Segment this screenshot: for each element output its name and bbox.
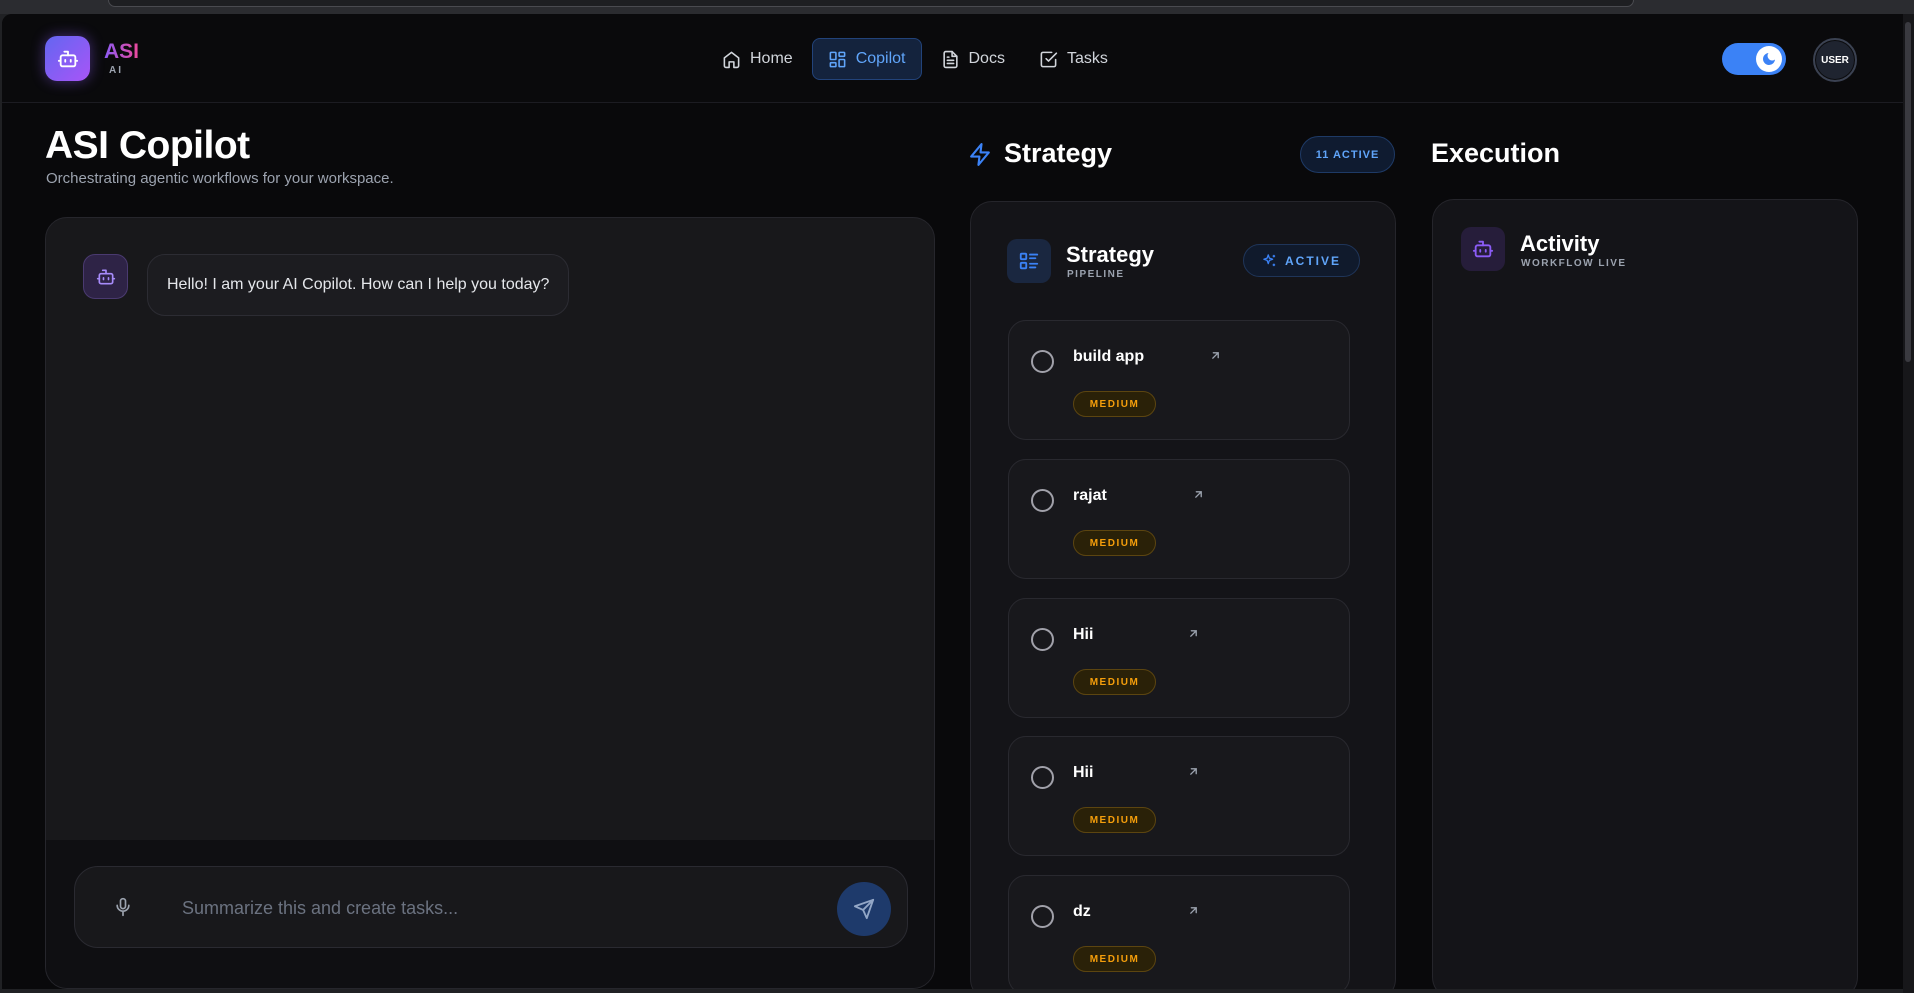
browser-window: ASI AI Home Copilot Docs Tasks USER ASI … [0, 0, 1914, 993]
address-bar[interactable] [108, 0, 1634, 7]
chat-input[interactable] [182, 893, 782, 923]
task-name: build app [1073, 348, 1145, 365]
user-avatar[interactable]: USER [1813, 38, 1857, 82]
send-button[interactable] [837, 882, 891, 936]
app-root: ASI AI Home Copilot Docs Tasks USER ASI … [2, 14, 1903, 989]
chat-input-bar [74, 866, 908, 948]
chat-footer [46, 840, 934, 988]
strategy-heading: Strategy [1004, 138, 1113, 168]
sparkles-icon [1263, 254, 1276, 267]
priority-badge: MEDIUM [1073, 946, 1156, 972]
list-icon [1007, 239, 1051, 283]
priority-badge: MEDIUM [1073, 391, 1156, 417]
page-scrollbar[interactable] [1903, 14, 1914, 993]
home-icon [723, 51, 740, 68]
nav-tasks[interactable]: Tasks [1024, 38, 1123, 80]
pipeline-title: Strategy [1066, 242, 1155, 267]
task-card[interactable]: Hii MEDIUM [1008, 598, 1350, 718]
task-card[interactable]: rajat MEDIUM [1008, 459, 1350, 579]
grid-icon [829, 51, 846, 67]
nav-copilot-label: Copilot [855, 50, 906, 67]
nav-tasks-label: Tasks [1066, 50, 1108, 67]
activity-robot-icon [1461, 227, 1505, 271]
task-checkbox[interactable] [1031, 489, 1054, 512]
task-name: Hii [1073, 626, 1094, 643]
lightning-icon [968, 142, 993, 172]
scrollbar-thumb[interactable] [1905, 22, 1911, 362]
logo-title[interactable]: ASI [104, 40, 139, 64]
execution-heading: Execution [1431, 138, 1561, 168]
logo-robot-icon[interactable] [45, 36, 90, 81]
task-card[interactable]: build app MEDIUM [1008, 320, 1350, 440]
nav-docs[interactable]: Docs [926, 38, 1020, 80]
theme-toggle[interactable] [1722, 43, 1786, 75]
task-checkbox[interactable] [1031, 628, 1054, 651]
external-link-icon[interactable] [1192, 488, 1205, 506]
priority-badge: MEDIUM [1073, 530, 1156, 556]
chat-panel: Hello! I am your AI Copilot. How can I h… [45, 217, 935, 989]
moon-icon [1756, 46, 1782, 72]
strategy-pipeline-card: Strategy PIPELINE ACTIVE build app MEDIU… [970, 201, 1396, 989]
top-header: ASI AI Home Copilot Docs Tasks USER [2, 14, 1903, 103]
bot-robot-icon [83, 254, 128, 299]
task-checkbox[interactable] [1031, 905, 1054, 928]
activity-card: Activity WORKFLOW LIVE [1432, 199, 1858, 989]
active-count-badge: 11 ACTIVE [1300, 136, 1395, 173]
external-link-icon[interactable] [1187, 904, 1200, 922]
activity-title: Activity [1520, 231, 1600, 256]
external-link-icon[interactable] [1187, 627, 1200, 645]
nav-home-label: Home [750, 50, 793, 67]
nav-home[interactable]: Home [707, 38, 808, 80]
task-card[interactable]: Hii MEDIUM [1008, 736, 1350, 856]
external-link-icon[interactable] [1187, 765, 1200, 783]
task-card[interactable]: dz MEDIUM [1008, 875, 1350, 989]
pipeline-active-badge: ACTIVE [1243, 244, 1360, 277]
page-title: ASI Copilot [45, 124, 250, 167]
nav-docs-label: Docs [968, 50, 1005, 67]
logo-subtitle: AI [109, 65, 123, 76]
browser-chrome [0, 0, 1914, 14]
priority-badge: MEDIUM [1073, 807, 1156, 833]
task-checkbox[interactable] [1031, 766, 1054, 789]
task-name: rajat [1073, 487, 1107, 504]
external-link-icon[interactable] [1209, 349, 1222, 367]
nav-copilot[interactable]: Copilot [811, 38, 922, 80]
task-name: dz [1073, 903, 1091, 920]
page-subtitle: Orchestrating agentic workflows for your… [46, 170, 394, 187]
activity-subtitle: WORKFLOW LIVE [1521, 258, 1627, 269]
main-nav: Home Copilot Docs Tasks [707, 38, 1123, 80]
send-icon [853, 898, 875, 920]
document-icon [942, 50, 958, 68]
microphone-icon[interactable] [113, 897, 133, 922]
priority-badge: MEDIUM [1073, 669, 1156, 695]
task-checkbox[interactable] [1031, 350, 1054, 373]
chat-message-bot: Hello! I am your AI Copilot. How can I h… [147, 254, 570, 316]
pipeline-subtitle: PIPELINE [1067, 269, 1125, 280]
pipeline-active-label: ACTIVE [1284, 253, 1341, 268]
task-name: Hii [1073, 764, 1094, 781]
checkbox-icon [1040, 51, 1058, 67]
